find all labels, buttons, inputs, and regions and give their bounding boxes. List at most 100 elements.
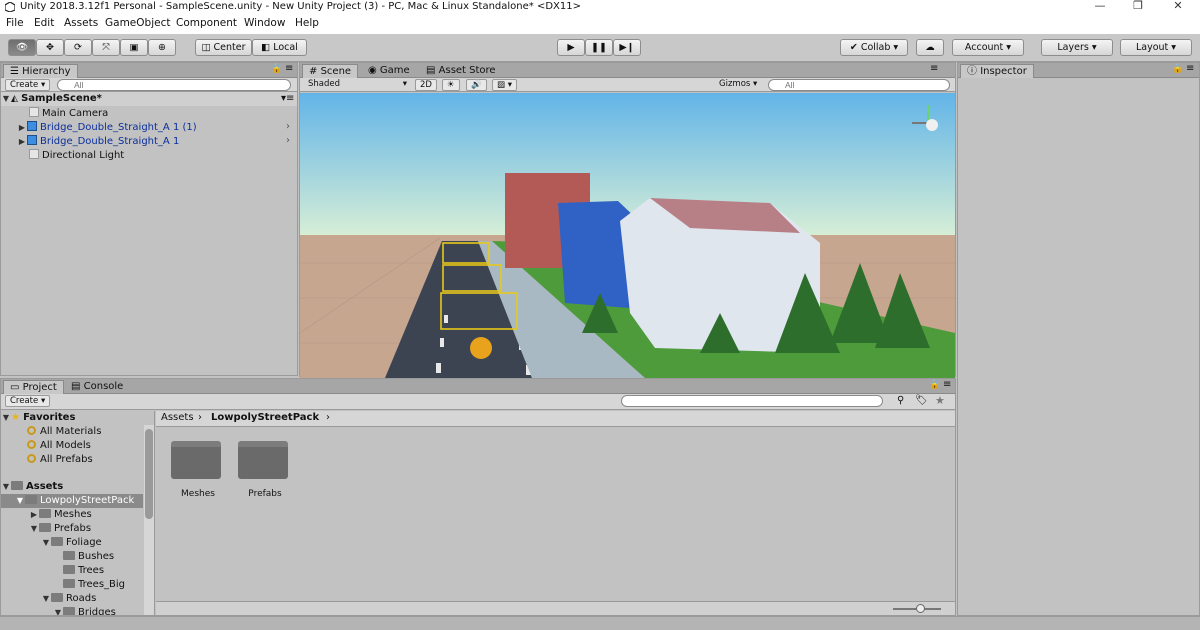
tree-scrollbar[interactable] [144,425,154,615]
folder-row[interactable]: ▼ Prefabs [29,522,91,536]
expand-arrow-icon[interactable]: ▶ [17,121,27,135]
favorites-header[interactable]: ▼ ★ Favorites [1,411,76,425]
folder-icon [51,537,63,546]
project-search-input[interactable] [621,395,883,407]
expand-arrow-icon[interactable]: ▼ [1,92,11,106]
effects-dropdown[interactable]: ▨ ▾ [492,79,517,91]
view-tool-button[interactable]: 👁 [8,39,36,56]
restore-button[interactable]: ❐ [1118,0,1158,14]
slider-handle[interactable] [916,604,925,613]
folder-tile[interactable]: Prefabs [238,441,292,511]
expand-arrow-icon[interactable]: ▼ [41,592,51,606]
folder-label: Bushes [78,551,115,562]
menu-component[interactable]: Component [176,17,237,29]
pause-button[interactable]: ❚❚ [585,39,613,56]
cloud-button[interactable]: ☁ [916,39,944,56]
tab-inspector[interactable]: ⓘ Inspector [960,64,1034,78]
hierarchy-search-input[interactable] [57,79,291,91]
scene-row[interactable]: ▼ ◭ SampleScene* ▾≡ [1,92,297,106]
lock-icon[interactable]: 🔒 [929,380,940,390]
folder-row[interactable]: Bushes [63,550,114,564]
panel-menu-icon[interactable]: ≡ [930,63,938,74]
menu-gameobject[interactable]: GameObject [105,17,170,29]
panel-menu-icon[interactable]: ≡ [285,63,293,74]
collab-button[interactable]: ✔ Collab ▾ [840,39,908,56]
hierarchy-item[interactable]: ▶ Bridge_Double_Straight_A 1 (1) [17,121,197,135]
minimize-button[interactable]: — [1080,0,1120,14]
expand-arrow-icon[interactable]: ▼ [53,606,63,615]
project-create-button[interactable]: Create ▾ [5,395,51,407]
audio-toggle[interactable]: 🔊 [466,79,487,91]
folder-row[interactable]: ▶ Meshes [29,508,92,522]
play-button[interactable]: ▶ [557,39,585,56]
menu-help[interactable]: Help [295,17,319,29]
hierarchy-item[interactable]: ▶ Bridge_Double_Straight_A 1 [17,135,179,149]
label-filter-icon[interactable]: 🏷 [915,395,928,406]
panel-menu-icon[interactable]: ≡ [1186,63,1194,74]
layout-dropdown[interactable]: Layout ▾ [1120,39,1192,56]
assets-header[interactable]: ▼ Assets [1,480,63,494]
expand-arrow-icon[interactable]: ▼ [41,536,51,550]
prefab-open-icon[interactable]: › [286,121,290,132]
layers-dropdown[interactable]: Layers ▾ [1041,39,1113,56]
panel-menu-icon[interactable]: ≡ [943,379,951,390]
filter-type-icon[interactable]: ⚲ [897,395,904,406]
lock-icon[interactable]: 🔒 [271,64,282,74]
pivot-local-button[interactable]: ◧ Local [252,39,307,56]
rect-tool-button[interactable]: ▣ [120,39,148,56]
move-tool-button[interactable]: ✥ [36,39,64,56]
menu-edit[interactable]: Edit [34,17,54,29]
folder-row-selected[interactable]: ▼ LowpolyStreetPack [1,494,143,508]
folder-row[interactable]: Trees [63,564,104,578]
breadcrumb-root[interactable]: Assets [161,412,194,423]
mode-2d-button[interactable]: 2D [415,79,437,91]
scene-viewport[interactable] [300,93,955,378]
step-button[interactable]: ▶❙ [613,39,641,56]
expand-arrow-icon[interactable]: ▶ [29,508,39,522]
expand-arrow-icon[interactable]: ▼ [1,480,11,494]
folder-row[interactable]: ▼ Foliage [41,536,102,550]
tab-console[interactable]: ▤ Console [65,380,129,394]
favorite-star-icon[interactable]: ★ [935,394,945,407]
favorite-item[interactable]: All Models [27,439,91,453]
menu-assets[interactable]: Assets [64,17,98,29]
hierarchy-item[interactable]: Directional Light [29,149,124,163]
expand-arrow-icon[interactable]: ▶ [17,135,27,149]
folder-row[interactable]: ▼ Bridges [53,606,116,615]
scene-search-input[interactable] [768,79,950,91]
folder-row[interactable]: Trees_Big [63,578,125,592]
scrollbar-thumb[interactable] [145,429,153,519]
tab-hierarchy[interactable]: ☰ Hierarchy [3,64,78,78]
hierarchy-create-button[interactable]: Create ▾ [5,79,51,91]
expand-arrow-icon[interactable]: ▼ [29,522,39,536]
tab-game[interactable]: ◉ Game [362,64,416,78]
menu-window[interactable]: Window [244,17,285,29]
search-icon [27,454,36,463]
lighting-toggle[interactable]: ☀ [442,79,460,91]
scale-tool-button[interactable]: ⤧ [92,39,120,56]
rotate-tool-button[interactable]: ⟳ [64,39,92,56]
close-button[interactable]: ✕ [1158,0,1198,14]
gameobject-icon [29,107,39,117]
account-dropdown[interactable]: Account ▾ [952,39,1024,56]
breadcrumb-current[interactable]: LowpolyStreetPack [211,412,319,423]
tab-project[interactable]: ▭ Project [3,380,64,394]
tab-asset-store[interactable]: ▤ Asset Store [420,64,502,78]
tab-scene[interactable]: # Scene [302,64,359,78]
scene-menu-icon[interactable]: ▾≡ [281,92,294,106]
folder-tile[interactable]: Meshes [171,441,225,511]
expand-arrow-icon[interactable]: ▼ [15,494,25,508]
hierarchy-item[interactable]: Main Camera [29,107,108,121]
expand-arrow-icon[interactable]: ▼ [1,411,11,425]
pivot-center-button[interactable]: ◫ Center [195,39,252,56]
favorite-item[interactable]: All Materials [27,425,101,439]
shading-dropdown[interactable]: Shaded ▾ [304,79,409,91]
gizmos-dropdown[interactable]: Gizmos ▾ [715,79,761,91]
transform-tool-button[interactable]: ⊕ [148,39,176,56]
layout-label: Layout [1135,42,1169,53]
lock-icon[interactable]: 🔒 [1172,64,1183,74]
menu-file[interactable]: File [6,17,24,29]
prefab-open-icon[interactable]: › [286,135,290,146]
folder-row[interactable]: ▼ Roads [41,592,96,606]
favorite-item[interactable]: All Prefabs [27,453,93,467]
